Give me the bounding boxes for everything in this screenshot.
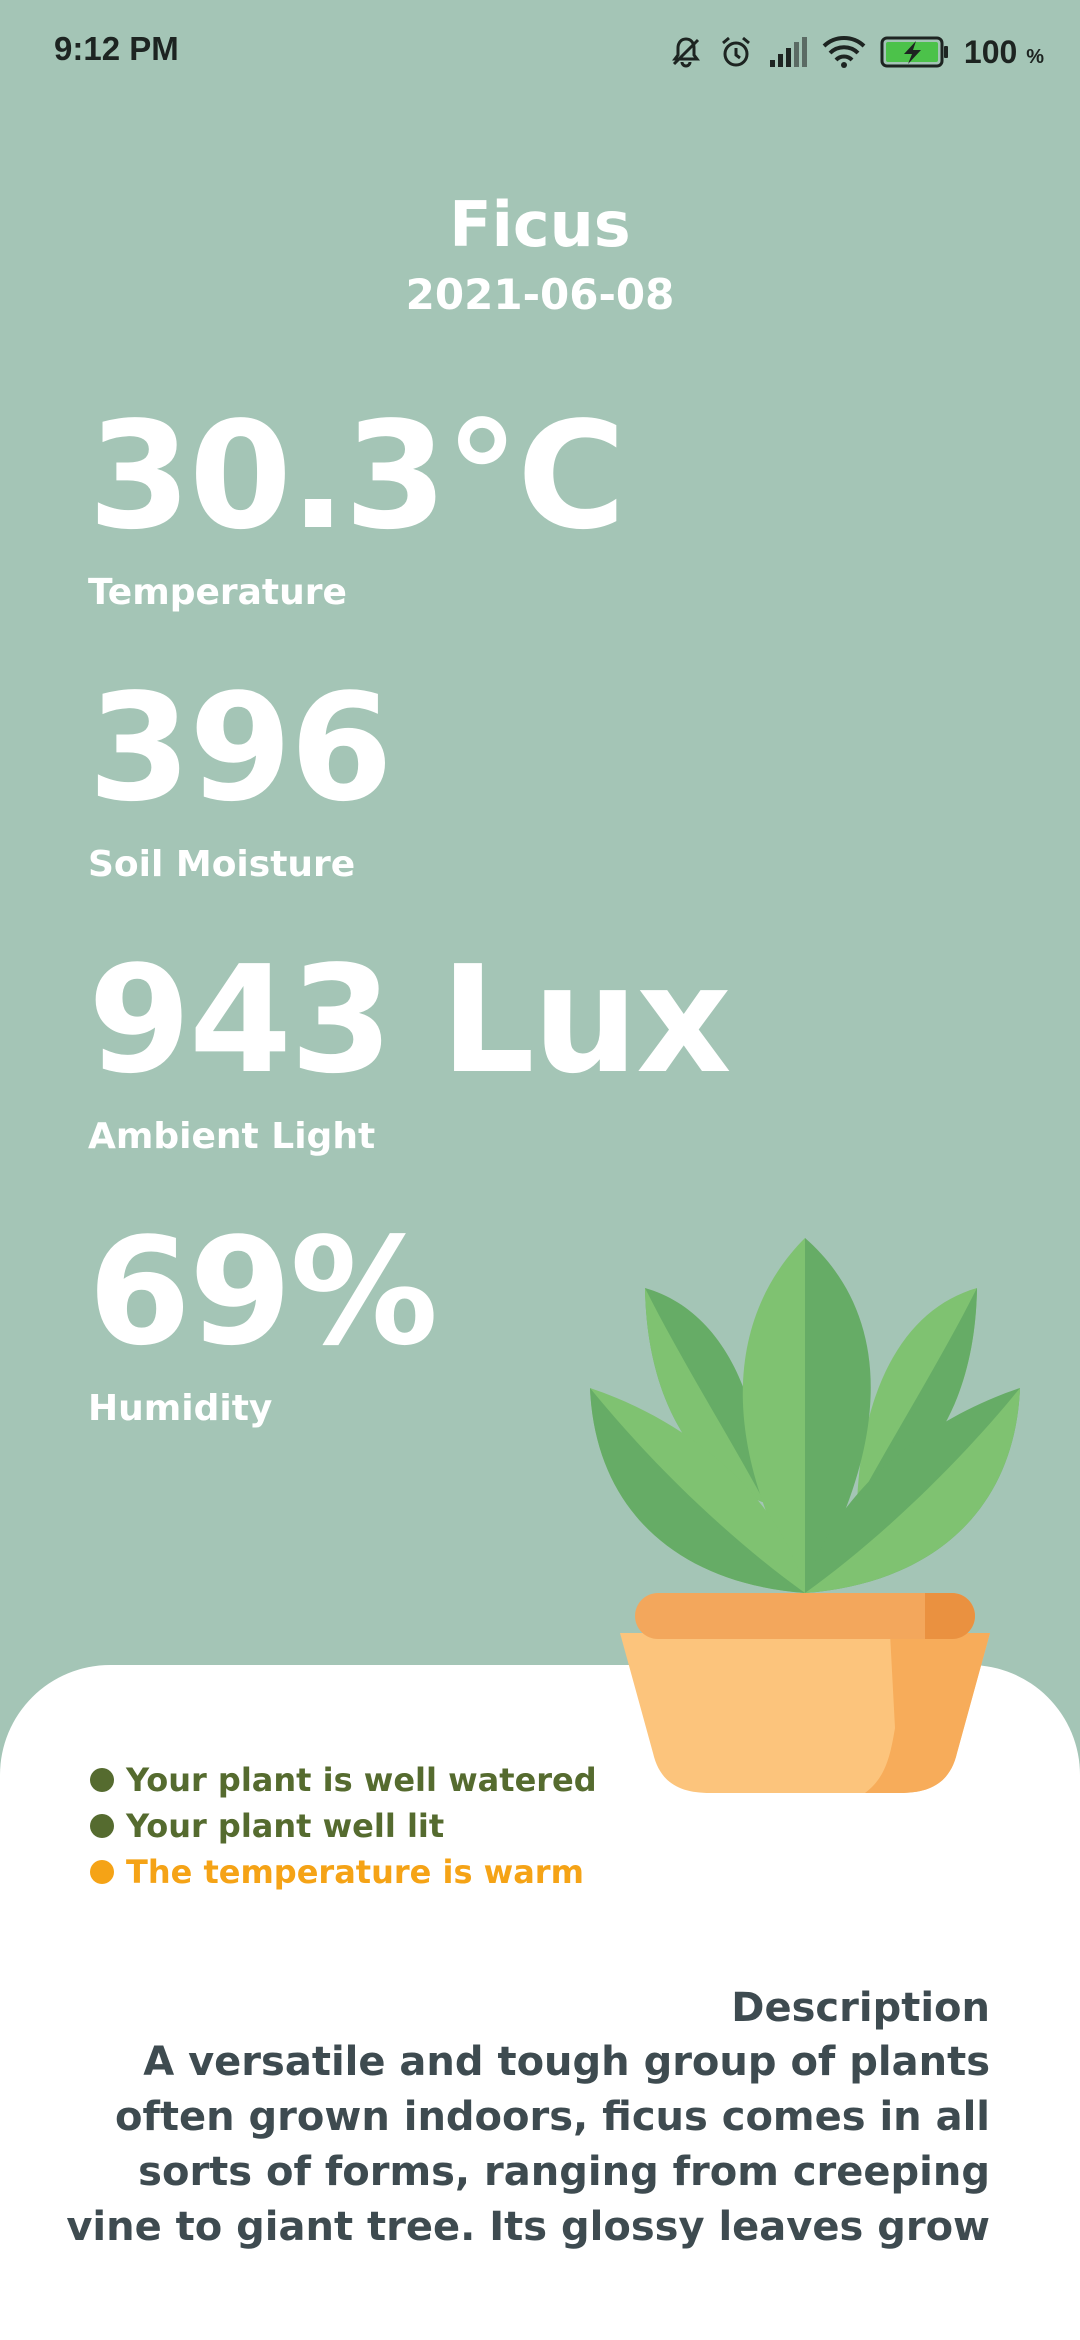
battery-percent-unit: % — [1026, 45, 1044, 68]
signal-icon — [768, 36, 808, 68]
description-title: Description — [731, 1985, 990, 2031]
temperature-metric: 30.3°C Temperature — [88, 390, 626, 613]
status-text: Your plant is well watered — [126, 1761, 597, 1799]
temperature-label: Temperature — [88, 572, 347, 613]
ambient-light-value: 943 Lux — [88, 934, 732, 1106]
soil-moisture-label: Soil Moisture — [88, 844, 356, 885]
description-text: A versatile and tough group of plants of… — [66, 2039, 990, 2250]
status-time: 9:12 PM — [54, 30, 179, 67]
temperature-value: 30.3°C — [88, 390, 626, 562]
status-dot-icon — [90, 1768, 114, 1792]
status-text: Your plant well lit — [126, 1807, 445, 1845]
humidity-label: Humidity — [88, 1388, 273, 1429]
status-bar: 9:12 PM 100 % — [0, 0, 1080, 100]
potted-plant-illustration — [590, 1238, 1020, 1793]
status-icons: 100 % — [668, 30, 1044, 74]
bell-off-icon — [668, 34, 704, 70]
battery-percent-value: 100 — [963, 33, 1018, 70]
soil-moisture-value: 396 — [88, 662, 393, 834]
reading-date: 2021-06-08 — [405, 270, 675, 319]
humidity-value: 69% — [88, 1206, 438, 1378]
alarm-icon — [718, 34, 754, 70]
status-item-temperature: The temperature is warm — [90, 1849, 597, 1895]
status-text: The temperature is warm — [126, 1853, 584, 1891]
status-dot-icon — [90, 1814, 114, 1838]
plant-status-list: Your plant is well watered Your plant we… — [90, 1757, 597, 1895]
status-item-watered: Your plant is well watered — [90, 1757, 597, 1803]
wifi-icon — [822, 35, 866, 69]
ambient-light-label: Ambient Light — [88, 1116, 376, 1157]
status-dot-icon — [90, 1860, 114, 1884]
ambient-light-metric: 943 Lux Ambient Light — [88, 934, 732, 1157]
plant-detail-screen: 9:12 PM 100 % Ficus 2021-06-08 30.3°C Te… — [0, 0, 1080, 2340]
soil-moisture-metric: 396 Soil Moisture — [88, 662, 393, 885]
humidity-metric: 69% Humidity — [88, 1206, 438, 1429]
battery-charging-icon — [880, 35, 950, 69]
battery-percentage: 100 % — [964, 34, 1044, 71]
plant-name: Ficus — [449, 188, 631, 261]
status-item-lit: Your plant well lit — [90, 1803, 597, 1849]
